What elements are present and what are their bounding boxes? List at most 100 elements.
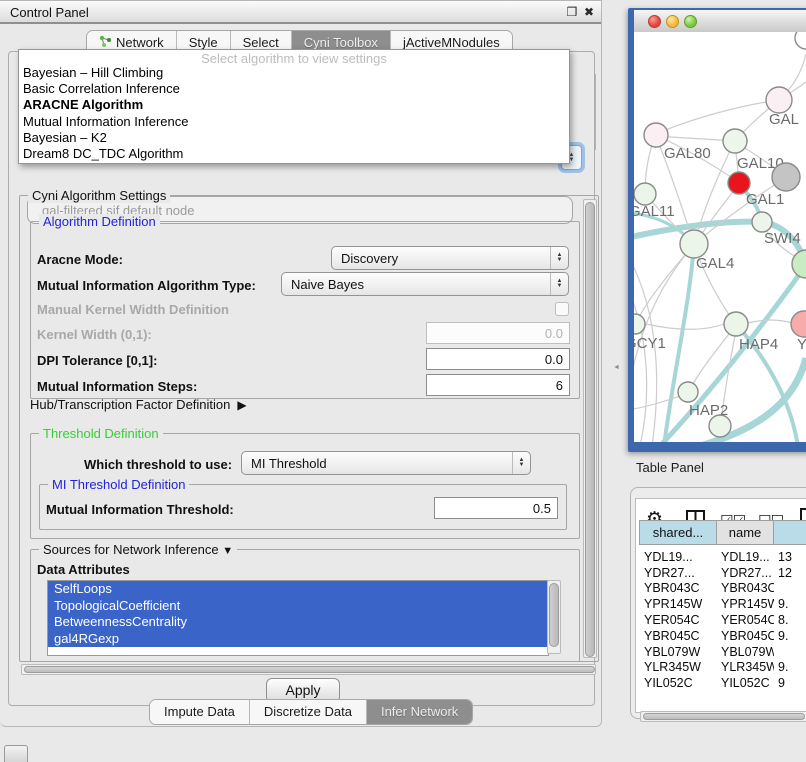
mi-threshold-field[interactable]: 0.5 [434, 497, 558, 519]
network-node-gal[interactable] [766, 87, 792, 113]
disclosure-right-icon: ▶ [234, 398, 247, 412]
node-attribute-table: YDL19...YDL19...13YDR27...YDR27...12YBR0… [640, 549, 806, 691]
table-cell: YIL052C [717, 675, 774, 691]
tab-label: Network [116, 35, 164, 50]
network-node-gal80[interactable] [644, 123, 668, 147]
algorithm-option-aracne-algorithm[interactable]: ARACNE Algorithm [19, 97, 569, 113]
settings-group-title: Cyni Algorithm Settings [28, 188, 170, 203]
network-node-gal10[interactable] [723, 129, 747, 153]
table-row[interactable]: YDL19...YDL19...13 [640, 549, 806, 565]
table-row[interactable]: YPR145WYPR145W9. [640, 596, 806, 612]
table-cell: 12 [774, 565, 806, 581]
node-label-gcy1: GCY1 [634, 335, 666, 352]
network-node-hap2[interactable] [678, 382, 698, 402]
mi-type-label: Mutual Information Algorithm Type: [37, 278, 256, 293]
data-attributes-label: Data Attributes [37, 562, 130, 577]
manual-kernel-checkbox[interactable] [555, 302, 569, 316]
mac-zoom-icon[interactable] [684, 15, 697, 28]
node-label-hap4: HAP4 [739, 336, 778, 353]
table-row[interactable]: YBL079WYBL079W [640, 644, 806, 660]
algorithm-option-bayesian-hill-climbing[interactable]: Bayesian – Hill Climbing [19, 65, 569, 81]
disclosure-down-icon: ▼ [222, 545, 233, 557]
table-cell: YBL079W [640, 644, 717, 660]
tab-infer-network[interactable]: Infer Network [367, 700, 472, 724]
hub-tf-label: Hub/Transcription Factor Definition [30, 397, 230, 412]
network-node[interactable] [795, 32, 806, 49]
mi-steps-field[interactable]: 6 [426, 374, 570, 396]
table-cell: YER054C [717, 612, 774, 628]
node-label-y: Y [797, 336, 806, 353]
algorithm-option-mutual-information-inference[interactable]: Mutual Information Inference [19, 114, 569, 130]
node-label-gal: GAL [769, 111, 799, 128]
algorithm-option-basic-correlation-inference[interactable]: Basic Correlation Inference [19, 81, 569, 97]
sources-disclosure[interactable]: Sources for Network Inference ▼ [39, 542, 237, 557]
column-header-name[interactable]: name [717, 521, 774, 545]
network-node-swi4[interactable] [752, 212, 772, 232]
scrollbar-thumb[interactable] [549, 583, 559, 647]
table-scroll-area[interactable]: YDL19...YDL19...13YDR27...YDR27...12YBR0… [640, 549, 806, 710]
cyni-algorithm-settings-group: Cyni Algorithm Settings Algorithm Defini… [19, 195, 599, 662]
stepper-arrows-icon: ▲▼ [550, 247, 568, 269]
table-hscrollbar[interactable] [640, 711, 806, 722]
network-node[interactable] [772, 163, 800, 191]
attributes-list-scrollbar[interactable] [547, 580, 561, 654]
column-header-shared[interactable]: shared... [640, 521, 717, 545]
aracne-mode-combo[interactable]: Discovery ▲▼ [331, 246, 569, 270]
network-node-gal11[interactable] [634, 183, 656, 205]
table-row[interactable]: YBR045CYBR045C9. [640, 628, 806, 644]
threshold-definition-group: Threshold Definition Which threshold to … [30, 433, 580, 539]
which-threshold-value: MI Threshold [242, 456, 512, 471]
mi-type-combo[interactable]: Naive Bayes ▲▼ [281, 272, 569, 296]
attribute-item-topologicalcoefficient[interactable]: TopologicalCoefficient [48, 598, 548, 615]
panel-divider-handle[interactable]: ◄ [613, 364, 620, 371]
scrollbar-thumb[interactable] [585, 202, 595, 657]
table-cell: YIL052C [640, 675, 717, 691]
algorithm-dropdown-placeholder: Select algorithm to view settings [19, 50, 569, 65]
node-label-swi4: SWI4 [764, 230, 801, 247]
attribute-item-betweennesscentrality[interactable]: BetweennessCentrality [48, 614, 548, 631]
table-panel-title: Table Panel [636, 460, 704, 475]
kernel-width-field[interactable]: 0.0 [426, 322, 570, 344]
table-row[interactable]: YER054CYER054C8. [640, 612, 806, 628]
table-cell: YLR345W [640, 660, 717, 676]
table-row[interactable]: YBR043CYBR043C [640, 581, 806, 597]
network-node-hap4[interactable] [724, 312, 748, 336]
network-canvas[interactable]: GALGAL80GAL10GAL1GAL11SWI4GAL4GCY1HAP4YH… [634, 32, 806, 442]
table-row[interactable]: YDR27...YDR27...12 [640, 565, 806, 581]
minimized-panel-icon[interactable] [4, 745, 28, 762]
stepper-arrows-icon: ▲▼ [512, 452, 530, 474]
dpi-tolerance-field[interactable]: 0.0 [426, 348, 570, 370]
float-window-icon[interactable] [565, 5, 579, 19]
algorithm-option-bayesian-k2[interactable]: Bayesian – K2 [19, 130, 569, 146]
scrollbar-thumb[interactable] [24, 666, 595, 673]
which-threshold-combo[interactable]: MI Threshold ▲▼ [241, 451, 531, 475]
mi-threshold-definition-group: MI Threshold Definition Mutual Informati… [39, 484, 567, 530]
table-cell: YER054C [640, 612, 717, 628]
algorithm-option-dream8-dc-tdc-algorithm[interactable]: Dream8 DC_TDC Algorithm [19, 146, 569, 162]
network-node-gal4[interactable] [680, 230, 708, 258]
column-header-clipped[interactable] [774, 521, 806, 545]
tab-discretize-data[interactable]: Discretize Data [250, 700, 367, 724]
close-icon[interactable] [582, 5, 596, 19]
settings-hscrollbar[interactable] [21, 664, 596, 675]
scrollbar-thumb[interactable] [643, 713, 805, 720]
table-row[interactable]: YLR345WYLR345W9. [640, 660, 806, 676]
mac-minimize-icon[interactable] [666, 15, 679, 28]
attribute-item-gal4rgexp[interactable]: gal4RGexp [48, 631, 548, 648]
network-node-y[interactable] [791, 311, 806, 337]
bottom-tab-bar: Impute DataDiscretize DataInfer Network [149, 699, 473, 725]
table-row[interactable]: YIL052CYIL052C9 [640, 675, 806, 691]
tab-label: Select [243, 35, 279, 50]
control-panel-title: Control Panel [10, 5, 89, 20]
data-attributes-list: SelfLoopsTopologicalCoefficientBetweenne… [47, 580, 549, 656]
mi-steps-label: Mutual Information Steps: [37, 379, 197, 394]
attribute-item-selfloops[interactable]: SelfLoops [48, 581, 548, 598]
hub-tf-disclosure[interactable]: Hub/Transcription Factor Definition ▶ [30, 397, 247, 417]
settings-scrollbar[interactable] [583, 199, 597, 658]
tab-impute-data[interactable]: Impute Data [150, 700, 250, 724]
manual-kernel-label: Manual Kernel Width Definition [37, 302, 229, 317]
mac-close-icon[interactable] [648, 15, 661, 28]
network-node[interactable] [709, 415, 731, 437]
network-node[interactable] [792, 250, 806, 278]
screen: Control Panel NetworkStyleSelectCyni Too… [0, 0, 806, 762]
